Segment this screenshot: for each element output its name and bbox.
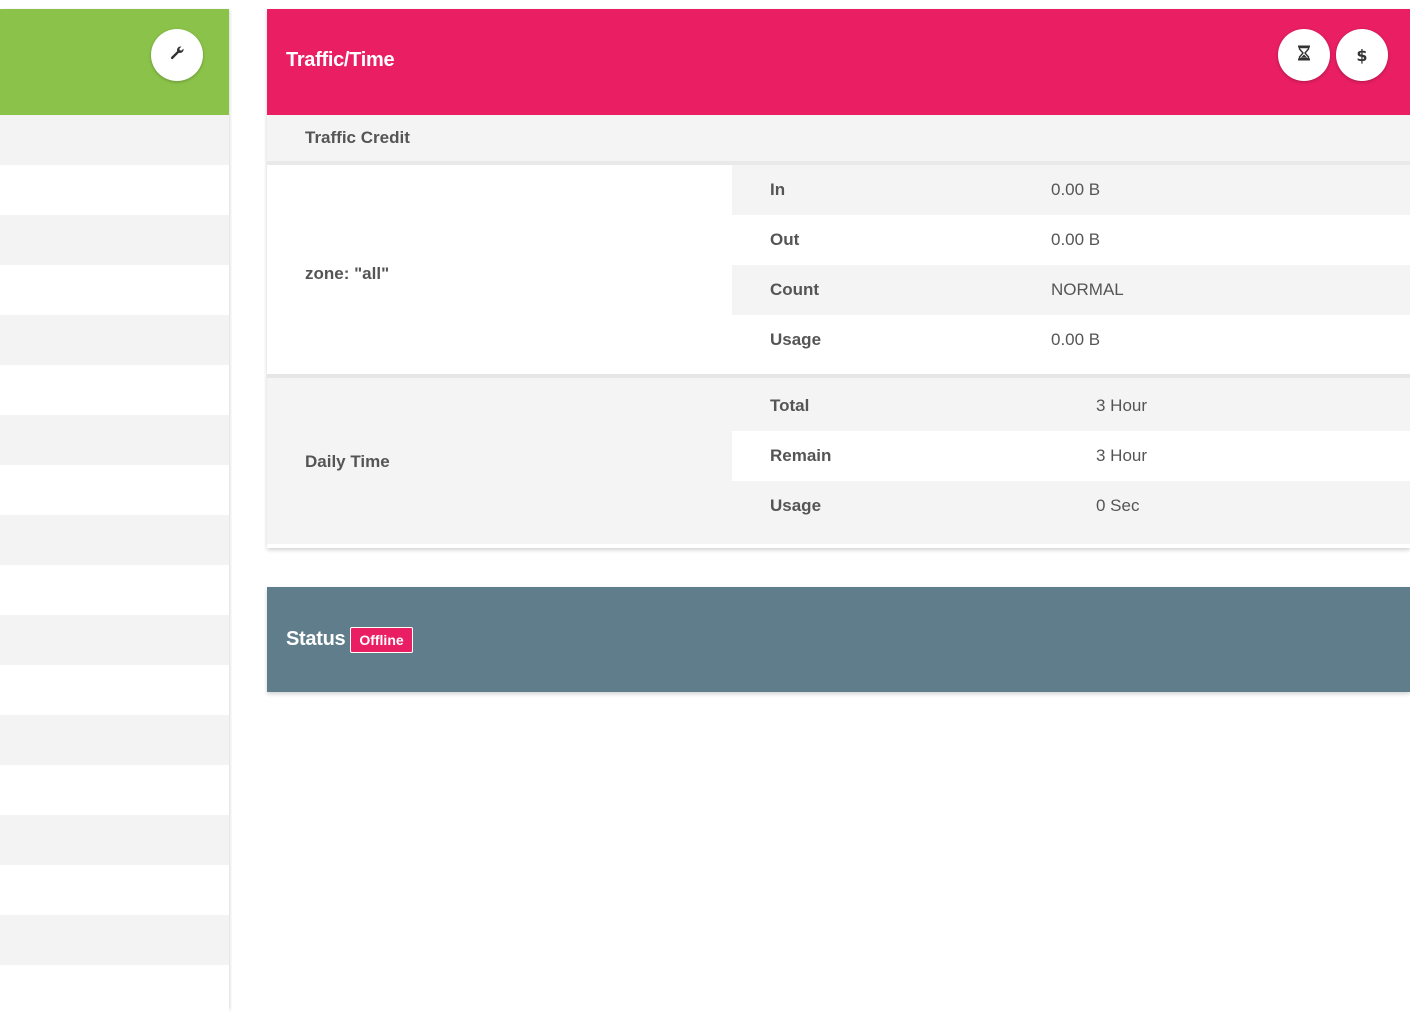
credit-button[interactable]: $ (1336, 29, 1388, 81)
list-item (0, 365, 229, 415)
daily-time-group: Daily Time Total 3 Hour Remain 3 Hour Us… (267, 378, 1410, 544)
status-badge: Offline (350, 626, 413, 653)
left-panel (0, 9, 229, 1015)
list-item (0, 215, 229, 265)
table-row: Remain 3 Hour (732, 431, 1410, 481)
row-value: 3 Hour (1096, 396, 1148, 415)
list-item (0, 715, 229, 765)
traffic-card-header: Traffic/Time $ (267, 9, 1410, 115)
list-item (0, 465, 229, 515)
table-row: Out 0.00 B (732, 215, 1410, 265)
row-value: 3 Hour (1096, 446, 1148, 465)
left-panel-rows (0, 115, 229, 1015)
hourglass-icon (1297, 45, 1311, 66)
zone-values: In 0.00 B Out 0.00 B Count NORMAL Usage … (732, 165, 1410, 374)
list-item (0, 915, 229, 965)
status-title: Status (286, 628, 346, 650)
row-key: Usage (770, 330, 822, 349)
daily-time-values: Total 3 Hour Remain 3 Hour Usage 0 Sec (732, 378, 1410, 544)
table-row: Total 3 Hour (732, 381, 1410, 431)
list-item (0, 165, 229, 215)
list-item (0, 115, 229, 165)
settings-button[interactable] (151, 29, 203, 81)
table-row: Usage 0.00 B (732, 315, 1410, 365)
list-item (0, 665, 229, 715)
table-row: Usage 0 Sec (732, 481, 1410, 531)
row-value: 0 Sec (1096, 496, 1140, 515)
list-item (0, 315, 229, 365)
list-item (0, 865, 229, 915)
row-value: 0.00 B (1051, 180, 1101, 199)
row-key: Total (770, 396, 810, 415)
row-value: 0.00 B (1051, 330, 1101, 349)
traffic-time-card: Traffic/Time $ Traffic Credit zone: "all… (267, 9, 1410, 548)
status-card: Status Offline (267, 587, 1410, 692)
section-title-traffic-credit: Traffic Credit (267, 115, 1410, 165)
wrench-icon (169, 45, 185, 66)
row-key: In (770, 180, 786, 199)
zone-group: zone: "all" In 0.00 B Out 0.00 B Count N… (267, 165, 1410, 378)
left-panel-header (0, 9, 229, 115)
row-key: Remain (770, 446, 832, 465)
dollar-icon: $ (1356, 45, 1368, 65)
list-item (0, 965, 229, 1015)
row-value: NORMAL (1051, 280, 1124, 299)
list-item (0, 415, 229, 465)
card-title: Traffic/Time (286, 49, 395, 71)
list-item (0, 765, 229, 815)
daily-time-label: Daily Time (305, 452, 390, 471)
list-item (0, 515, 229, 565)
list-item (0, 615, 229, 665)
row-value: 0.00 B (1051, 230, 1101, 249)
zone-label: zone: "all" (305, 263, 390, 283)
table-row: In 0.00 B (732, 165, 1410, 215)
row-key: Count (770, 280, 820, 299)
time-button[interactable] (1278, 29, 1330, 81)
list-item (0, 815, 229, 865)
row-key: Out (770, 230, 800, 249)
list-item (0, 265, 229, 315)
table-row: Count NORMAL (732, 265, 1410, 315)
list-item (0, 565, 229, 615)
row-key: Usage (770, 496, 822, 515)
